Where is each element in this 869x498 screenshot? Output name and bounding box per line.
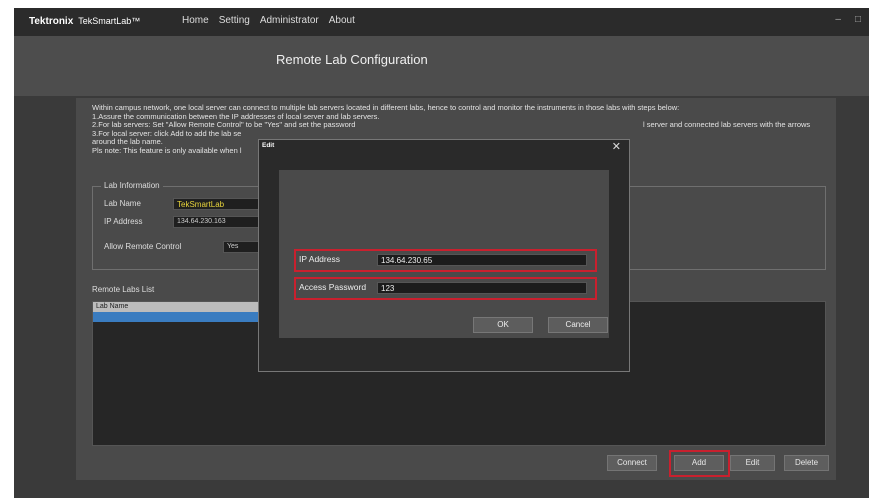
main-menu: Home Setting Administrator About <box>182 15 355 26</box>
brand-name: Tektronix <box>29 16 74 27</box>
edit-button[interactable]: Edit <box>730 455 775 471</box>
ok-button[interactable]: OK <box>473 317 533 333</box>
app-logo: Tektronix TekSmartLab™ <box>29 16 140 27</box>
page-header: Remote Lab Configuration <box>14 36 869 96</box>
column-header-lab-name[interactable]: Lab Name <box>93 302 273 312</box>
instruction-line: 3.For local server: click Add to add the… <box>92 128 242 138</box>
menu-setting[interactable]: Setting <box>219 15 250 26</box>
page-title: Remote Lab Configuration <box>276 52 428 67</box>
title-bar: Tektronix TekSmartLab™ Home Setting Admin… <box>14 8 869 36</box>
password-field-highlight <box>294 277 597 300</box>
dialog-panel: IP Address 134.64.230.65 Access Password… <box>279 170 609 338</box>
list-row-selected[interactable] <box>93 312 273 322</box>
ip-address-label: IP Address <box>104 217 143 226</box>
lab-name-label: Lab Name <box>104 199 141 208</box>
add-button-highlight <box>669 450 730 477</box>
instruction-tail: l server and connected lab servers with … <box>643 120 811 129</box>
remote-labs-label: Remote Labs List <box>92 285 155 294</box>
close-icon[interactable]: ✕ <box>612 140 621 153</box>
restore-icon[interactable]: □ <box>855 14 861 25</box>
allow-remote-label: Allow Remote Control <box>104 242 182 251</box>
minimize-icon[interactable]: – <box>835 14 841 25</box>
window-controls: – □ <box>835 14 861 25</box>
delete-button[interactable]: Delete <box>784 455 829 471</box>
menu-home[interactable]: Home <box>182 15 209 26</box>
ip-field-highlight <box>294 249 597 272</box>
edit-dialog: Edit ✕ IP Address 134.64.230.65 Access P… <box>258 139 630 372</box>
menu-about[interactable]: About <box>329 15 355 26</box>
dialog-title: Edit <box>262 142 275 149</box>
cancel-button[interactable]: Cancel <box>548 317 608 333</box>
app-name: TekSmartLab™ <box>78 16 141 26</box>
connect-button[interactable]: Connect <box>607 455 657 471</box>
group-legend: Lab Information <box>101 181 163 190</box>
menu-administrator[interactable]: Administrator <box>260 15 319 26</box>
